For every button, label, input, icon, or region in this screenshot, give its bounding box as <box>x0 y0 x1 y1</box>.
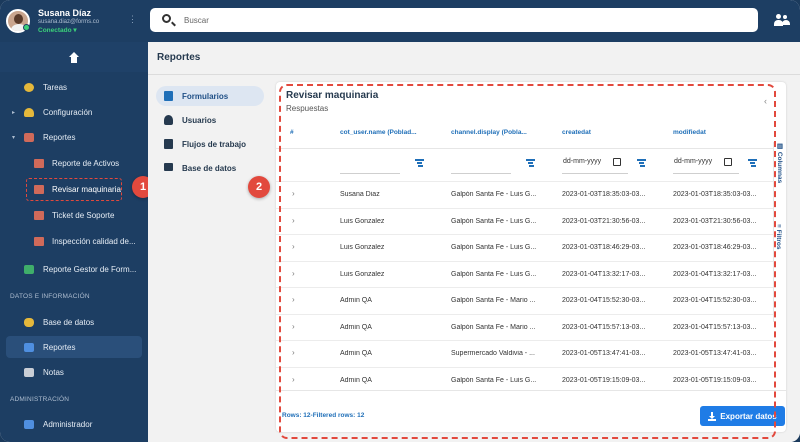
list-icon <box>164 163 173 171</box>
section-title-datos: DATOS E INFORMACIÓN <box>10 293 90 300</box>
report-icon <box>34 210 44 220</box>
sidebar-item-label: Administrador <box>43 419 93 429</box>
sidebar-subitem-ticket-soporte[interactable]: Ticket de Soporte <box>0 204 148 226</box>
highlight-box <box>279 84 776 439</box>
user-status-label: Conectado <box>38 27 72 34</box>
highlight-box <box>26 178 122 201</box>
user-email: susana.diaz@forms.co <box>38 19 100 25</box>
table-report-icon <box>24 264 34 274</box>
database-icon <box>24 317 34 327</box>
user-icon <box>164 115 173 125</box>
menu-item-usuarios[interactable]: Usuarios <box>156 110 264 130</box>
form-icon <box>164 91 173 101</box>
user-profile[interactable]: Susana Díaz susana.diaz@forms.co Conecta… <box>0 0 148 42</box>
menu-item-formularios[interactable]: Formularios <box>156 86 264 106</box>
menu-item-base-datos[interactable]: Base de datos <box>156 158 264 178</box>
search-icon <box>162 14 171 23</box>
more-options-icon[interactable]: ⋮ <box>128 14 137 25</box>
chevron-down-icon: ▾ <box>12 134 16 141</box>
section-title-admin: ADMINISTRACIÓN <box>10 396 70 403</box>
sidebar-item-label: Ticket de Soporte <box>52 210 115 220</box>
tab-columnas[interactable]: ▥ Columnas <box>775 142 783 183</box>
sidebar-item-configuracion[interactable]: ▸ Configuración <box>0 101 148 123</box>
report-icon <box>34 158 44 168</box>
user-name: Susana Díaz <box>38 8 92 18</box>
document-icon <box>24 342 34 352</box>
sidebar-item-label: Base de datos <box>43 317 95 327</box>
search-bar[interactable] <box>150 8 758 32</box>
sidebar-item-reportes-data[interactable]: Reportes <box>6 336 142 358</box>
chevron-right-icon: ▸ <box>12 109 16 116</box>
report-icon <box>34 236 44 246</box>
home-button[interactable] <box>0 42 148 72</box>
menu-item-label: Usuarios <box>182 115 217 125</box>
sidebar-item-label: Notas <box>43 367 64 377</box>
sidebar-item-label: Configuración <box>43 107 93 117</box>
sidebar-subitem-inspeccion-calidad[interactable]: Inspección calidad de... <box>0 230 148 252</box>
workflow-icon <box>164 139 173 149</box>
top-bar <box>148 0 800 42</box>
sidebar-item-label: Reporte de Activos <box>52 158 120 168</box>
sidebar-item-label: Inspección calidad de... <box>52 236 136 246</box>
user-status[interactable]: Conectado ▾ <box>38 26 77 34</box>
users-icon[interactable] <box>774 14 790 26</box>
check-circle-icon <box>24 82 34 92</box>
sidebar-subitem-reporte-activos[interactable]: Reporte de Activos <box>0 152 148 174</box>
sidebar-item-label: Reporte Gestor de Form... <box>43 264 137 274</box>
sidebar-item-administrador[interactable]: Administrador <box>0 413 148 435</box>
sidebar-item-reportes[interactable]: ▾ Reportes <box>0 126 148 148</box>
sidebar-item-notas[interactable]: Notas <box>0 361 148 383</box>
menu-item-label: Base de datos <box>182 163 237 173</box>
menu-item-label: Formularios <box>182 91 229 101</box>
bank-icon <box>24 419 34 429</box>
menu-item-label: Flujos de trabajo <box>182 139 247 149</box>
sidebar: Susana Díaz susana.diaz@forms.co Conecta… <box>0 0 148 442</box>
divider <box>148 74 800 75</box>
menu-item-flujos[interactable]: Flujos de trabajo <box>156 134 264 154</box>
folder-icon <box>24 367 34 377</box>
columns-icon: ▥ <box>776 142 783 152</box>
tab-columnas-label: Columnas <box>776 151 783 184</box>
cloud-icon <box>24 107 34 117</box>
sidebar-item-label: Tareas <box>43 82 68 92</box>
search-input[interactable] <box>184 12 684 28</box>
online-status-icon <box>23 24 30 31</box>
page-title: Reportes <box>157 52 201 63</box>
home-icon <box>68 51 80 63</box>
sidebar-item-label: Reportes <box>43 342 76 352</box>
app-window: Susana Díaz susana.diaz@forms.co Conecta… <box>0 0 800 442</box>
callout-badge-2: 2 <box>248 176 270 198</box>
sidebar-item-label: Reportes <box>43 132 76 142</box>
main-content: Reportes Formularios Usuarios Flujos de … <box>148 42 800 442</box>
tab-filtros[interactable]: ≡ Filtros <box>775 224 782 249</box>
sidebar-item-base-datos[interactable]: Base de datos <box>0 311 148 333</box>
sidebar-item-reporte-gestor[interactable]: Reporte Gestor de Form... <box>0 258 148 280</box>
report-folder-icon <box>24 132 34 142</box>
tab-filtros-label: Filtros <box>775 229 782 250</box>
sidebar-item-tareas[interactable]: Tareas <box>0 76 148 98</box>
